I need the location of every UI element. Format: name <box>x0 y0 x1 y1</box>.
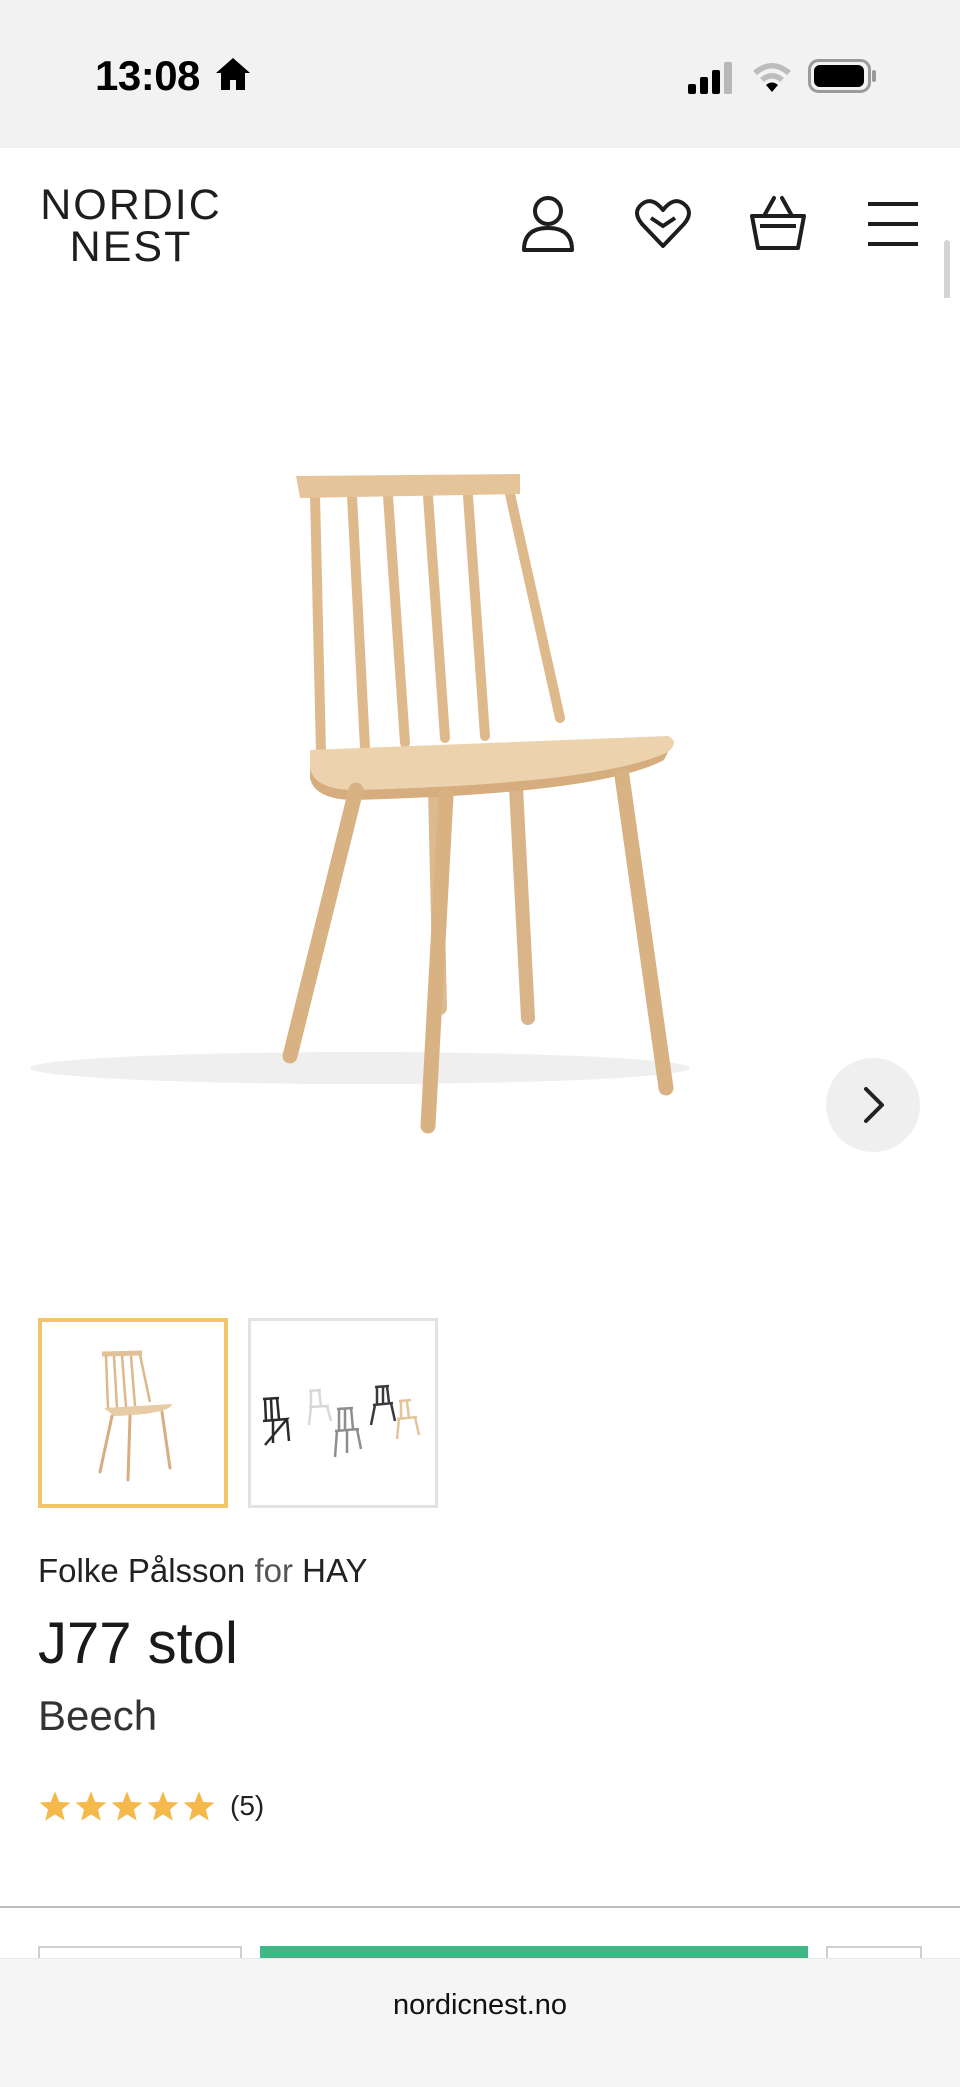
status-time: 13:08 <box>95 52 200 99</box>
rating[interactable]: (5) <box>38 1790 264 1822</box>
battery-icon <box>808 59 876 93</box>
chevron-right-icon <box>864 1087 884 1123</box>
next-image-button[interactable] <box>826 1058 920 1152</box>
thumbnail-chairs-group-image <box>262 1384 421 1458</box>
logo-line-2: NEST <box>69 223 193 271</box>
thumbnail-chair-image <box>98 1350 172 1482</box>
rating-count: (5) <box>230 1790 265 1821</box>
basket-icon[interactable] <box>748 194 808 254</box>
wishlist-heart-icon[interactable] <box>634 194 692 254</box>
nordic-nest-logo[interactable]: NORDIC NEST <box>36 181 226 271</box>
brand-name[interactable]: HAY <box>302 1552 367 1589</box>
signal-icon <box>688 62 732 94</box>
star-icon <box>111 1791 143 1821</box>
account-icon[interactable] <box>520 194 576 254</box>
thumbnail-1[interactable] <box>38 1318 228 1508</box>
home-icon <box>216 58 250 90</box>
logo-line-1: NORDIC <box>40 181 222 229</box>
star-icon <box>39 1791 71 1821</box>
wifi-icon <box>753 63 791 92</box>
star-icon <box>147 1791 179 1821</box>
chair-illustration <box>30 474 690 1134</box>
browser-address-bar[interactable]: nordicnest.no <box>0 1958 960 2087</box>
for-word: for <box>254 1552 293 1589</box>
product-image[interactable] <box>0 298 960 1298</box>
menu-icon[interactable] <box>866 194 920 254</box>
thumbnail-2[interactable] <box>248 1318 438 1508</box>
product-designer: Folke Pålsson for HAY <box>38 1552 368 1590</box>
url-text[interactable]: nordicnest.no <box>0 1989 960 2022</box>
product-title: J77 stol <box>38 1611 238 1676</box>
star-icon <box>75 1791 107 1821</box>
designer-name[interactable]: Folke Pålsson <box>38 1552 245 1589</box>
star-icon <box>183 1791 215 1821</box>
product-variant: Beech <box>38 1692 158 1739</box>
divider <box>0 1906 960 1908</box>
status-bar: 13:08 <box>0 0 960 148</box>
site-header: NORDIC NEST <box>0 148 960 298</box>
